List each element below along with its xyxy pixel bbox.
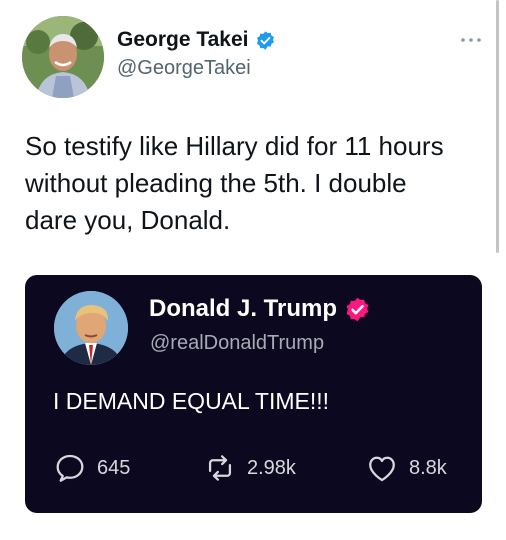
more-options-button[interactable]: [459, 33, 483, 45]
retweet-count: 2.98k: [247, 456, 296, 479]
quoted-author-handle[interactable]: @realDonaldTrump: [150, 332, 324, 355]
more-horizontal-icon: [461, 38, 481, 42]
author-avatar[interactable]: [22, 16, 104, 98]
scrollbar[interactable]: [496, 0, 499, 253]
reply-button[interactable]: 645: [53, 451, 130, 485]
verified-badge-icon: [346, 297, 369, 321]
like-button[interactable]: 8.8k: [365, 451, 447, 485]
quoted-tweet[interactable]: Donald J. Trump @realDonaldTrump I DEMAN…: [25, 275, 482, 513]
author-name-text: George Takei: [117, 28, 249, 51]
retweet-button[interactable]: 2.98k: [203, 451, 296, 485]
tweet-card: George Takei @GeorgeTakei So testify lik…: [0, 0, 506, 540]
quoted-author-avatar[interactable]: [54, 291, 128, 365]
heart-icon: [369, 456, 395, 482]
reply-count: 645: [97, 456, 131, 479]
quoted-tweet-actions: 645 2.98k 8.8k: [53, 451, 473, 491]
author-name[interactable]: George Takei: [117, 28, 276, 52]
verified-badge-icon: [256, 30, 274, 50]
tweet-text: So testify like Hillary did for 11 hours…: [25, 131, 444, 235]
quoted-tweet-text: I DEMAND EQUAL TIME!!!: [53, 388, 330, 414]
quoted-author-name-text: Donald J. Trump: [149, 295, 338, 322]
like-count: 8.8k: [409, 456, 447, 479]
reply-icon: [56, 454, 84, 482]
quoted-author-name[interactable]: Donald J. Trump: [149, 295, 371, 323]
author-handle[interactable]: @GeorgeTakei: [117, 57, 251, 80]
retweet-icon: [208, 455, 232, 481]
